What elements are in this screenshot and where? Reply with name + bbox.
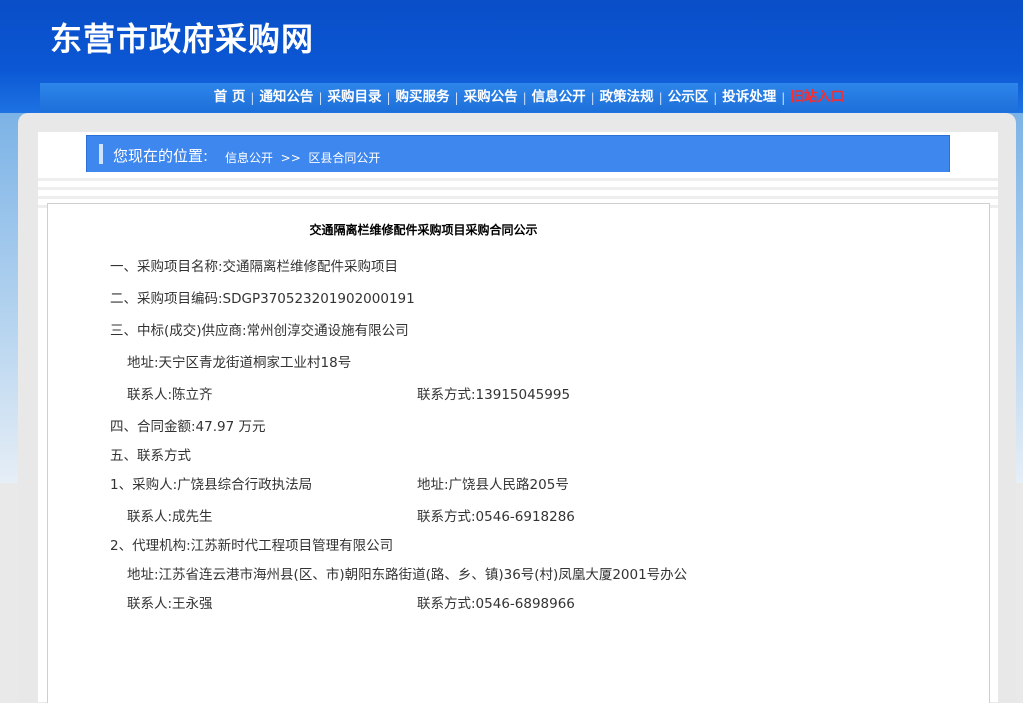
breadcrumb-level2[interactable]: 区县合同公开 — [308, 151, 380, 165]
agency-contact: 联系人:王永强 — [127, 596, 213, 612]
document-title: 交通隔离栏维修配件采购项目采购合同公示 — [309, 223, 538, 237]
nav-public-zone[interactable]: 公示区 — [663, 83, 714, 112]
nav-notices[interactable]: 通知公告 — [254, 83, 318, 112]
nav-policies[interactable]: 政策法规 — [595, 83, 659, 112]
agency-address: 地址:江苏省连云港市海州县(区、市)朝阳东路街道(路、乡、镇)36号(村)凤凰大… — [127, 567, 688, 583]
supplier-address: 地址:天宁区青龙街道桐家工业村18号 — [127, 355, 352, 371]
supplier-phone: 联系方式:13915045995 — [417, 387, 571, 403]
site-title: 东营市政府采购网 — [50, 20, 315, 58]
breadcrumb: 您现在的位置: 信息公开 >> 区县合同公开 — [86, 135, 950, 174]
purchaser-address: 地址:广饶县人民路205号 — [417, 477, 569, 493]
supplier: 三、中标(成交)供应商:常州创淳交通设施有限公司 — [110, 323, 409, 339]
purchaser-contact: 联系人:成先生 — [127, 509, 213, 525]
main-nav: 首 页 | 通知公告 | 采购目录 | 购买服务 | 采购公告 | 信息公开 |… — [40, 83, 1018, 112]
breadcrumb-separator: >> — [280, 151, 301, 165]
breadcrumb-label: 您现在的位置: — [113, 147, 209, 165]
contact-heading: 五、联系方式 — [110, 448, 191, 464]
purchaser: 1、采购人:广饶县综合行政执法局 — [110, 477, 313, 493]
supplier-contact: 联系人:陈立齐 — [127, 387, 213, 403]
agency-phone: 联系方式:0546-6898966 — [417, 596, 575, 612]
nav-complaints[interactable]: 投诉处理 — [717, 83, 781, 112]
project-code: 二、采购项目编码:SDGP370523201902000191 — [110, 291, 415, 307]
breadcrumb-level1[interactable]: 信息公开 — [225, 151, 273, 165]
purchaser-phone: 联系方式:0546-6918286 — [417, 509, 575, 525]
breadcrumb-path: 信息公开 >> 区县合同公开 — [225, 149, 380, 166]
contract-amount: 四、合同金额:47.97 万元 — [110, 419, 266, 435]
nav-announcements[interactable]: 采购公告 — [459, 83, 523, 112]
nav-catalog[interactable]: 采购目录 — [322, 83, 386, 112]
nav-info-disclosure[interactable]: 信息公开 — [527, 83, 591, 112]
nav-home[interactable]: 首 页 — [209, 83, 251, 112]
nav-old-site[interactable]: 旧站入口 — [785, 83, 849, 112]
site-header: 东营市政府采购网 首 页 | 通知公告 | 采购目录 | 购买服务 | 采购公告… — [0, 0, 1023, 113]
agency: 2、代理机构:江苏新时代工程项目管理有限公司 — [110, 538, 394, 554]
nav-services[interactable]: 购买服务 — [391, 83, 455, 112]
breadcrumb-accent — [99, 144, 103, 164]
project-name: 一、采购项目名称:交通隔离栏维修配件采购项目 — [110, 259, 399, 275]
